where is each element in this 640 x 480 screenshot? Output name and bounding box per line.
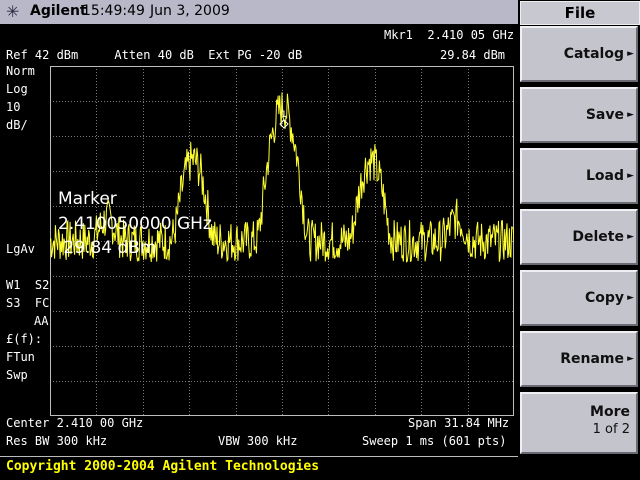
- copyright-text: Copyright 2000-2004 Agilent Technologies: [6, 459, 320, 474]
- detector-lgav: LgAv: [6, 242, 35, 256]
- trace-aa: AA: [34, 314, 49, 328]
- status-bar: ✳ Agilent 15:49:49 Jun 3, 2009: [0, 0, 518, 24]
- load-label: Load: [585, 168, 624, 184]
- video-bandwidth: VBW 300 kHz: [218, 434, 298, 448]
- submenu-arrow-icon: ►: [627, 171, 634, 181]
- copy-softkey[interactable]: Copy ►: [520, 270, 638, 326]
- function-f: £(f):: [6, 332, 43, 346]
- scale-annot-norm: Norm: [6, 64, 35, 78]
- submenu-arrow-icon: ►: [627, 49, 634, 59]
- catalog-softkey[interactable]: Catalog ►: [520, 26, 638, 82]
- center-frequency: Center 2.410 00 GHz: [6, 416, 144, 430]
- submenu-arrow-icon: ►: [627, 293, 634, 303]
- span-value: Span 31.84 MHz: [408, 416, 510, 430]
- sweep-time: Sweep 1 ms (601 pts): [362, 434, 507, 448]
- delete-softkey[interactable]: Delete ►: [520, 209, 638, 265]
- rename-softkey[interactable]: Rename ►: [520, 331, 638, 387]
- more-label: More: [590, 404, 630, 420]
- resolution-bandwidth: Res BW 300 kHz: [6, 434, 108, 448]
- marker-number: 1: [281, 110, 286, 120]
- marker-readout: Mkr1 2.410 05 GHz: [384, 28, 515, 42]
- softkey-panel: File Catalog ► Save ► Load ► Delete ► Co…: [518, 0, 640, 456]
- submenu-arrow-icon: ►: [627, 110, 634, 120]
- marker-frequency: 2.410050000 GHz: [58, 214, 212, 234]
- scale-annot-log: Log: [6, 82, 28, 96]
- clock-time: 15:49:49: [82, 3, 145, 19]
- load-softkey[interactable]: Load ►: [520, 148, 638, 204]
- save-label: Save: [585, 107, 624, 123]
- marker-title: Marker: [58, 189, 117, 209]
- marker-level-readout: 29.84 dBm: [440, 48, 506, 62]
- save-softkey[interactable]: Save ►: [520, 87, 638, 143]
- analyzer-display: Mkr1 2.410 05 GHz Ref 42 dBm Atten 40 dB…: [0, 24, 518, 456]
- copyright-bar: Copyright 2000-2004 Agilent Technologies: [0, 456, 640, 480]
- reference-line-text: Ref 42 dBm Atten 40 dB Ext PG -20 dB: [6, 48, 303, 62]
- copy-label: Copy: [584, 290, 624, 306]
- more-page-indicator: 1 of 2: [592, 422, 630, 437]
- rename-label: Rename: [560, 351, 624, 367]
- submenu-arrow-icon: ►: [627, 232, 634, 242]
- marker-amplitude: 29.84 dBm: [58, 238, 157, 258]
- catalog-label: Catalog: [563, 46, 624, 62]
- function-swp: Swp: [6, 368, 28, 382]
- scale-annot-dbdiv: dB/: [6, 118, 28, 132]
- submenu-arrow-icon: ►: [627, 354, 634, 364]
- menu-title: File: [520, 1, 640, 25]
- clock-date: Jun 3, 2009: [150, 3, 230, 19]
- trace-s3fc: S3 FC: [6, 296, 50, 310]
- divider: [0, 456, 518, 457]
- agilent-spark-logo-icon: ✳: [6, 2, 20, 21]
- scale-annot-10: 10: [6, 100, 21, 114]
- brand-name: Agilent: [30, 3, 87, 19]
- trace-w1s2: W1 S2: [6, 278, 50, 292]
- delete-label: Delete: [572, 229, 624, 245]
- function-ftun: FTun: [6, 350, 35, 364]
- more-softkey[interactable]: More 1 of 2: [520, 392, 638, 454]
